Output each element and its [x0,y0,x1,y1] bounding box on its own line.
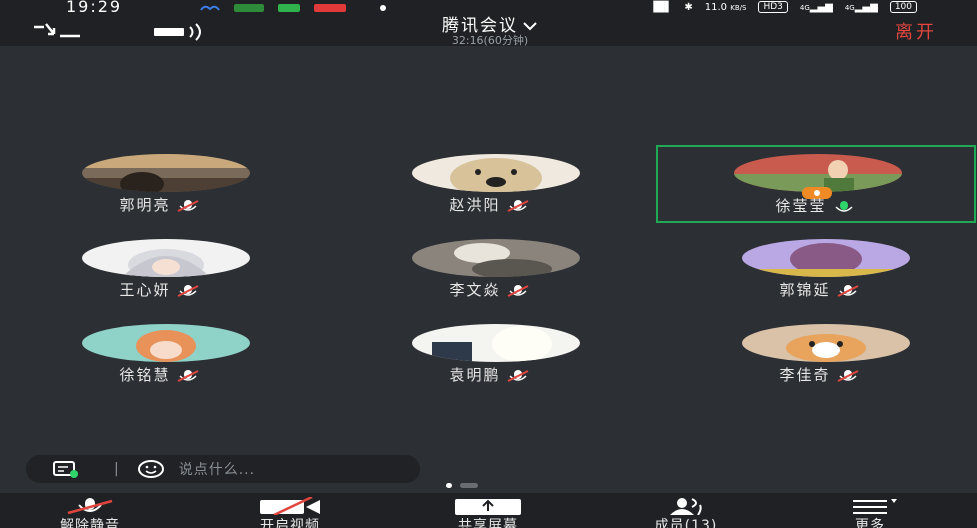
more-button[interactable]: 更多 [800,493,940,528]
members-icon [670,498,702,515]
participant-name: 袁明鹏 [449,366,501,384]
participant-tile[interactable]: 王心妍 [0,231,320,311]
participant-tile[interactable]: 郭明亮 [0,146,320,226]
status-bar: 19:29 ▐█▌ ✱ 11.0 KB/S HD3 4G▂▄▆ 4G▂▄▆ 10… [0,0,977,16]
vibrate-icon: ▐█▌ [649,1,673,13]
mic-muted-icon [837,284,858,297]
dot-icon [380,5,386,11]
participant-name: 李文焱 [449,281,501,299]
app-badge-icon [314,4,346,12]
chat-divider: | [114,461,119,477]
chat-input-placeholder[interactable]: 说点什么... [179,459,255,479]
mic-muted-icon [177,284,198,297]
participant-name: 徐铭慧 [119,366,171,384]
avatar [742,239,910,277]
notification-icon [200,5,220,11]
signal-icon-1: 4G▂▄▆ [799,1,833,13]
status-notification-icons [200,3,386,13]
participant-tile[interactable]: 袁明鹏 [330,316,650,396]
avatar [412,239,580,277]
participant-tile-active[interactable]: 徐莹莹 [656,145,976,223]
meeting-title-area[interactable]: 腾讯会议 32:16(60分钟) [330,16,650,47]
mic-speaking-icon [834,200,853,212]
mic-muted-icon [177,199,198,212]
mic-muted-icon [67,498,113,515]
avatar [82,324,250,362]
share-screen-button[interactable]: 共享屏幕 [418,493,558,528]
emoji-icon[interactable] [137,459,165,479]
participant-name: 郭锦延 [779,281,831,299]
participant-name: 李佳奇 [779,366,831,384]
chat-toggle-icon[interactable] [52,460,80,478]
unmute-label: 解除静音 [60,518,120,528]
mic-muted-icon [507,199,528,212]
minimize-icon[interactable] [32,22,82,42]
leave-button[interactable]: 离开 [895,18,937,44]
share-screen-label: 共享屏幕 [458,518,518,528]
avatar [412,154,580,192]
page-dot-active [446,483,452,488]
signal-icon-2: 4G▂▄▆ [844,1,878,13]
participant-tile[interactable]: 郭锦延 [660,231,977,311]
unmute-button[interactable]: 解除静音 [20,493,160,528]
start-video-label: 开启视频 [260,518,320,528]
avatar [412,324,580,362]
more-label: 更多 [855,518,885,528]
participant-name: 徐莹莹 [775,197,827,215]
start-video-button[interactable]: 开启视频 [220,493,360,528]
wechat-icon [278,4,300,12]
participant-tile[interactable]: 赵洪阳 [330,146,650,226]
mic-muted-icon [507,369,528,382]
avatar [742,324,910,362]
page-dot[interactable] [460,483,478,488]
speaker-icon[interactable] [152,22,212,42]
status-time: 19:29 [66,0,123,16]
participant-tile[interactable]: 李佳奇 [660,316,977,396]
members-label: 成员(13) [654,518,718,528]
menu-icon [853,499,897,514]
participant-tile[interactable]: 徐铭慧 [0,316,320,396]
participant-name: 王心妍 [119,281,171,299]
bluetooth-icon: ✱ [684,1,693,13]
meeting-duration: 32:16(60分钟) [451,34,529,47]
bottom-toolbar: 解除静音 开启视频 共享屏幕 成员(13) 更多 [0,493,977,528]
members-button[interactable]: 成员(13) [616,493,756,528]
battery-icon: 100 [889,1,917,13]
page-indicator [446,483,478,488]
meeting-header: 腾讯会议 32:16(60分钟) 离开 [0,16,977,47]
mic-muted-icon [837,369,858,382]
participant-name: 赵洪阳 [449,196,501,214]
mic-muted-icon [507,284,528,297]
hd-badge: HD3 [758,1,788,13]
status-indicators: ▐█▌ ✱ 11.0 KB/S HD3 4G▂▄▆ 4G▂▄▆ 100 [649,1,917,13]
chat-bar[interactable]: | 说点什么... [26,455,420,483]
mic-muted-icon [177,369,198,382]
participant-tile[interactable]: 李文焱 [330,231,650,311]
participant-name: 郭明亮 [119,196,171,214]
app-icon [234,4,264,12]
network-speed: 11.0 KB/S [704,1,747,13]
chevron-down-icon [523,22,537,31]
share-screen-icon [455,499,521,515]
meeting-title[interactable]: 腾讯会议 [442,17,538,35]
video-off-icon [260,497,320,515]
avatar [82,154,250,192]
avatar [82,239,250,277]
